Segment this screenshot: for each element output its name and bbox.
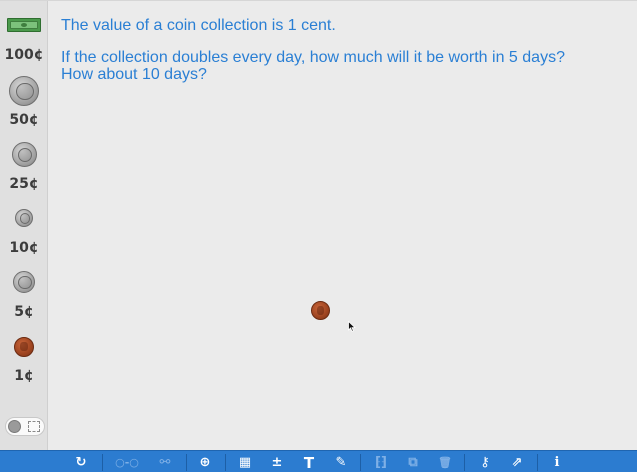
share-icon[interactable]: ⇗ — [504, 451, 530, 472]
denomination-label-10: 10¢ — [9, 240, 39, 256]
bottom-toolbar: ↻ ○-○ ⚯ ⊕ ▦ ± T ✎ ⁅⁆ ⧉ 🗑 ⚷ ⇗ i — [0, 450, 637, 472]
prompt-line-2: If the collection doubles every day, how… — [61, 49, 565, 66]
group-icon[interactable]: ⁅⁆ — [368, 451, 394, 472]
toolbar-divider — [464, 454, 465, 471]
ring-icon[interactable]: ⚯ — [152, 451, 178, 472]
text-tool-icon[interactable]: T — [296, 451, 322, 472]
toolbar-divider — [225, 454, 226, 471]
info-icon[interactable]: i — [544, 451, 570, 472]
connect-icon[interactable]: ○-○ — [112, 451, 142, 472]
panel-icon[interactable]: ▦ — [232, 451, 258, 472]
coin-palette-sidebar: 100¢ 50¢ 25¢ 10¢ 5¢ 1¢ — [0, 1, 48, 450]
trash-icon[interactable]: 🗑 — [432, 451, 458, 472]
denomination-label-25: 25¢ — [9, 176, 39, 192]
half-dollar-icon[interactable] — [0, 75, 48, 106]
nickel-icon[interactable] — [0, 270, 48, 293]
pen-tool-icon[interactable]: ✎ — [328, 451, 354, 472]
mouse-cursor-icon — [348, 321, 356, 332]
denomination-label-1: 1¢ — [14, 368, 34, 384]
denomination-label-50: 50¢ — [9, 112, 39, 128]
denomination-label-100: 100¢ — [4, 47, 44, 63]
view-mode-toggle[interactable] — [5, 417, 45, 436]
coin-view-icon — [8, 420, 21, 433]
grid-view-icon — [28, 421, 40, 432]
prompt-line-3: How about 10 days? — [61, 66, 207, 83]
problem-prompt: The value of a coin collection is 1 cent… — [61, 17, 565, 83]
refresh-icon[interactable]: ↻ — [68, 451, 94, 472]
dime-icon[interactable] — [0, 208, 48, 227]
toolbar-divider — [360, 454, 361, 471]
app-window: 100¢ 50¢ 25¢ 10¢ 5¢ 1¢ The value of a co… — [0, 0, 637, 472]
calculator-icon[interactable]: ± — [264, 451, 290, 472]
penny-icon[interactable] — [0, 336, 48, 357]
penny-coin-on-workspace[interactable] — [311, 301, 330, 320]
zoom-icon[interactable]: ⊕ — [192, 451, 218, 472]
denomination-label-5: 5¢ — [14, 304, 34, 320]
key-icon[interactable]: ⚷ — [472, 451, 498, 472]
dollar-bill-icon[interactable] — [0, 16, 48, 34]
toolbar-divider — [102, 454, 103, 471]
prompt-line-1: The value of a coin collection is 1 cent… — [61, 17, 336, 34]
toolbar-divider — [186, 454, 187, 471]
toolbar-divider — [537, 454, 538, 471]
quarter-icon[interactable] — [0, 141, 48, 167]
duplicate-icon[interactable]: ⧉ — [400, 451, 426, 472]
